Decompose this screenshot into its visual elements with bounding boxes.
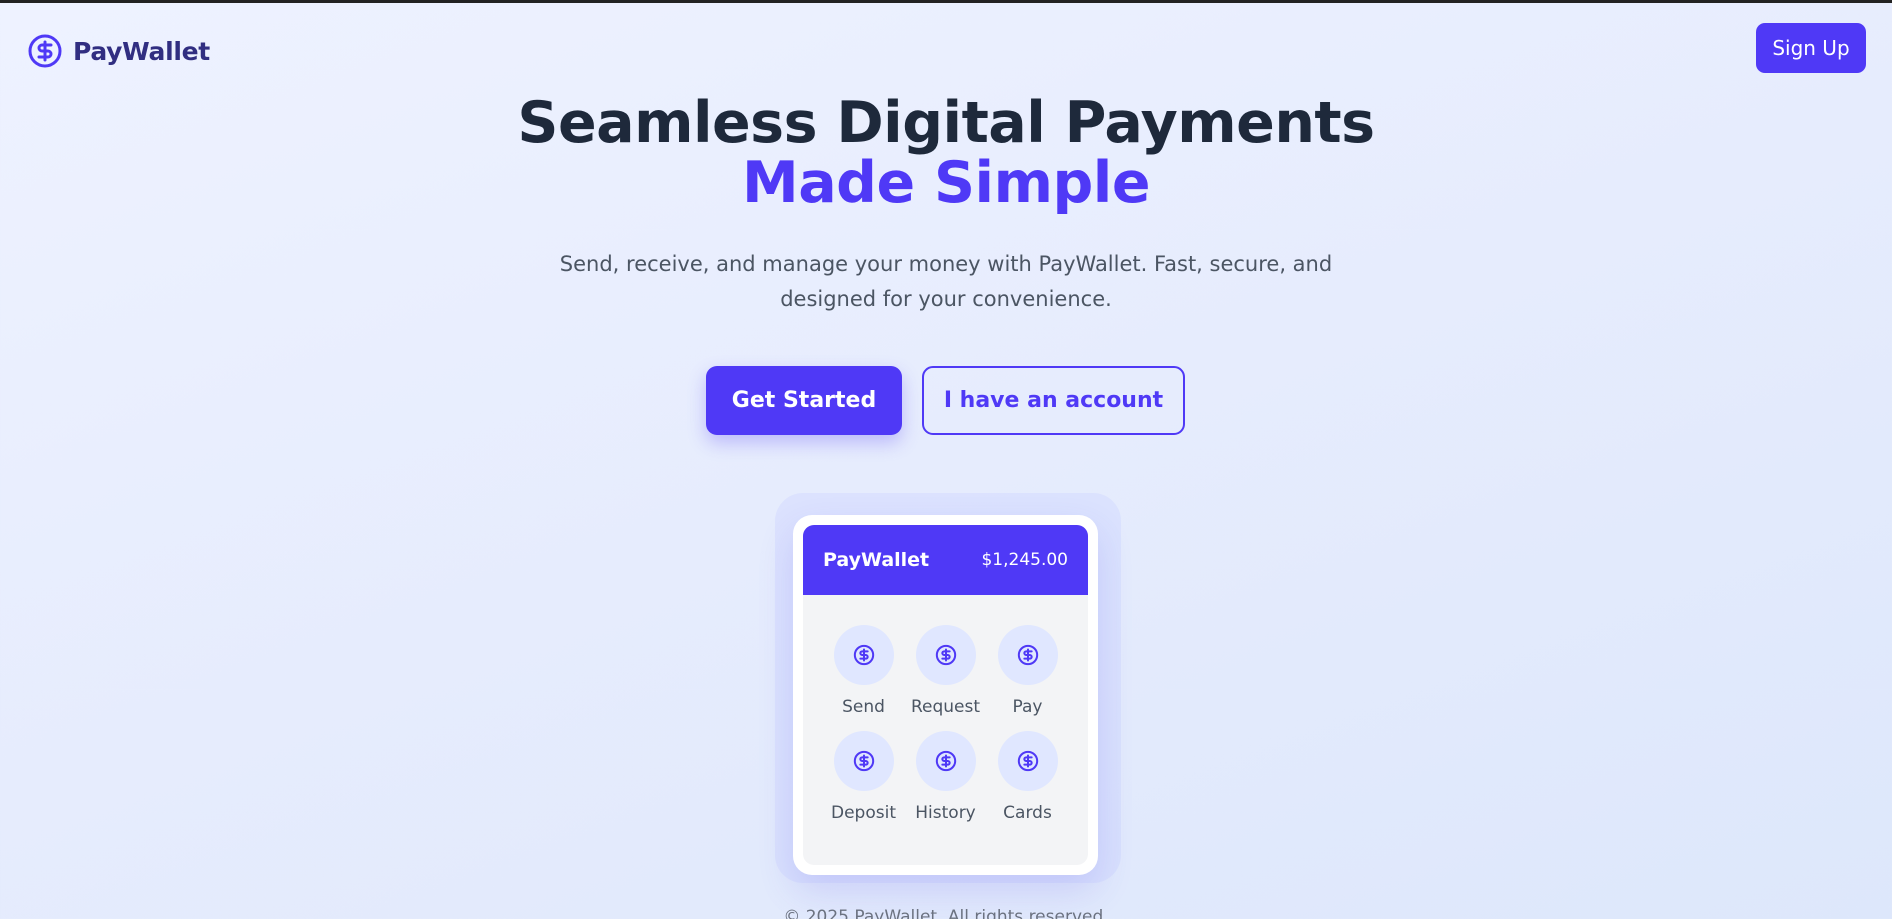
hero-title: Seamless Digital Payments Made Simple	[0, 93, 1892, 213]
action-pay[interactable]: Pay	[997, 625, 1058, 717]
action-label: Pay	[1012, 697, 1043, 717]
brand-logo[interactable]: PayWallet	[27, 33, 210, 69]
action-icon-circle	[833, 625, 894, 685]
phone-screen: PayWallet $1,245.00 Send Request Pay Dep…	[803, 525, 1088, 865]
wallet-actions: Send Request Pay Deposit History Cards	[803, 595, 1088, 823]
action-deposit[interactable]: Deposit	[831, 731, 896, 823]
wallet-app-name: PayWallet	[823, 549, 930, 571]
wallet-balance: $1,245.00	[981, 550, 1068, 570]
action-label: Send	[842, 697, 885, 717]
hero-subtitle: Send, receive, and manage your money wit…	[559, 252, 1333, 311]
footer-copyright: © 2025 PayWallet. All rights reserved.	[783, 907, 1109, 919]
get-started-button[interactable]: Get Started	[706, 366, 902, 435]
action-icon-circle	[997, 625, 1058, 685]
wallet-header: PayWallet $1,245.00	[803, 525, 1088, 595]
dollar-circle-icon	[853, 644, 874, 666]
action-icon-circle	[915, 625, 976, 685]
action-label: Request	[910, 697, 981, 717]
action-icon-circle	[915, 731, 976, 791]
dollar-circle-icon	[935, 644, 956, 666]
hero-title-line-2: Made Simple	[742, 150, 1150, 216]
action-label: Deposit	[831, 803, 896, 823]
dollar-circle-icon	[935, 750, 956, 772]
brand-name: PayWallet	[73, 36, 210, 66]
sign-up-button[interactable]: Sign Up	[1756, 23, 1866, 73]
action-request[interactable]: Request	[911, 625, 980, 717]
dollar-circle-icon	[28, 34, 62, 68]
hero-title-line-1: Seamless Digital Payments	[517, 90, 1375, 156]
action-label: History	[915, 803, 976, 823]
dollar-circle-icon	[1017, 644, 1038, 666]
action-history[interactable]: History	[915, 731, 976, 823]
action-label: Cards	[1003, 803, 1052, 823]
have-account-button[interactable]: I have an account	[922, 366, 1185, 435]
dollar-circle-icon	[1017, 750, 1038, 772]
dollar-circle-icon	[853, 750, 874, 772]
action-icon-circle	[997, 731, 1058, 791]
action-icon-circle	[833, 731, 894, 791]
action-cards[interactable]: Cards	[997, 731, 1058, 823]
action-send[interactable]: Send	[833, 625, 894, 717]
phone-mockup: PayWallet $1,245.00 Send Request Pay Dep…	[793, 515, 1098, 875]
